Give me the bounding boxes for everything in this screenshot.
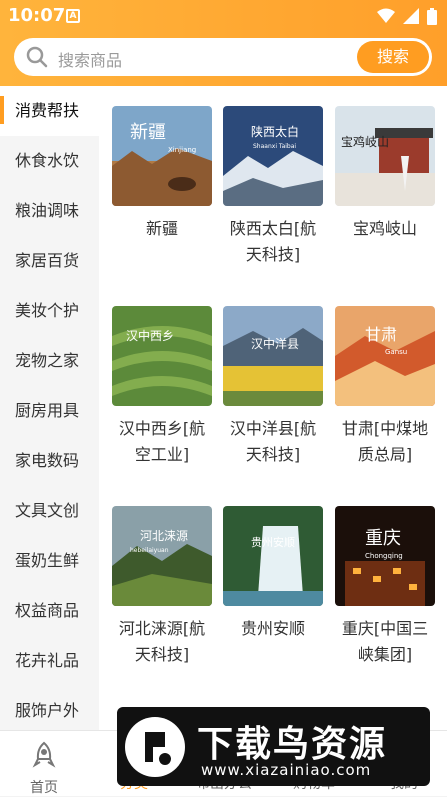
region-card[interactable]: 陕西太白 Shaanxi Taibai 陕西太白[航天科技] xyxy=(223,106,323,268)
region-name: 新疆 xyxy=(145,219,178,238)
search-bar[interactable]: 搜索商品 搜索 xyxy=(14,38,432,76)
badge-text: 重庆 xyxy=(365,528,401,549)
sidebar-item-pets[interactable]: 宠物之家 xyxy=(0,336,99,386)
region-image-qishan: 宝鸡岐山 xyxy=(335,106,435,206)
sidebar-item-household[interactable]: 家居百货 xyxy=(0,236,99,286)
sidebar-item-kitchen[interactable]: 厨房用具 xyxy=(0,386,99,436)
badge-text: 贵州安顺 xyxy=(251,535,295,549)
region-name: 汉中洋县[航天科技] xyxy=(229,419,317,464)
sidebar-item-flowers[interactable]: 花卉礼品 xyxy=(0,636,99,686)
region-image-taibai: 陕西太白 Shaanxi Taibai xyxy=(223,106,323,206)
status-time: 10:07 xyxy=(8,5,66,26)
rocket-icon xyxy=(32,741,56,768)
sidebar-item-rights[interactable]: 权益商品 xyxy=(0,586,99,636)
sidebar-item-stationery[interactable]: 文具文创 xyxy=(0,486,99,536)
region-card[interactable]: 汉中西乡 汉中西乡[航空工业] xyxy=(112,306,212,468)
region-image-yangxian: 汉中洋县 xyxy=(223,306,323,406)
region-name: 贵州安顺 xyxy=(240,619,305,638)
badge-text: 河北涞源 xyxy=(140,529,188,543)
badge-subtext: Xinjiang xyxy=(168,146,196,154)
badge-subtext: Shaanxi Taibai xyxy=(253,143,296,150)
region-card[interactable]: 宝鸡岐山 宝鸡岐山 xyxy=(335,106,435,242)
notification-app-icon: A xyxy=(66,9,80,23)
region-name: 重庆[中国三峡集团] xyxy=(341,619,429,664)
region-image-chongqing: 重庆 Chongqing xyxy=(335,506,435,606)
region-image-xixiang: 汉中西乡 xyxy=(112,306,212,406)
sidebar-item-snacks-drinks[interactable]: 休食水饮 xyxy=(0,136,99,186)
region-card[interactable]: 河北涞源 hebeilaiyuan 河北涞源[航天科技] xyxy=(112,506,212,668)
badge-subtext: hebeilaiyuan xyxy=(130,547,169,554)
sidebar-item-beauty[interactable]: 美妆个护 xyxy=(0,286,99,336)
battery-icon xyxy=(427,7,437,25)
sidebar-item-electronics[interactable]: 家电数码 xyxy=(0,436,99,486)
nav-home-label: 首页 xyxy=(30,780,58,796)
app-header: 10:07 A 搜索商品 搜索 xyxy=(0,0,447,86)
region-image-gansu: 甘肃 Gansu xyxy=(335,306,435,406)
watermark-url: www.xiazainiao.com xyxy=(201,761,372,779)
search-button[interactable]: 搜索 xyxy=(357,41,429,73)
category-sidebar: 消费帮扶 休食水饮 粮油调味 家居百货 美妆个护 宠物之家 厨房用具 家电数码 … xyxy=(0,86,99,730)
region-image-xinjiang: 新疆 Xinjiang xyxy=(112,106,212,206)
region-card[interactable]: 贵州安顺 贵州安顺 xyxy=(223,506,323,642)
region-name: 汉中西乡[航空工业] xyxy=(118,419,206,464)
region-image-laiyuan: 河北涞源 hebeilaiyuan xyxy=(112,506,212,606)
badge-text: 新疆 xyxy=(130,122,166,143)
search-input[interactable]: 搜索商品 xyxy=(58,47,122,71)
badge-text: 陕西太白 xyxy=(251,124,299,139)
region-name: 甘肃[中煤地质总局] xyxy=(341,419,429,464)
sidebar-item-fresh[interactable]: 蛋奶生鲜 xyxy=(0,536,99,586)
region-name: 宝鸡岐山 xyxy=(352,219,417,238)
badge-text: 宝鸡岐山 xyxy=(341,134,389,149)
region-name: 陕西太白[航天科技] xyxy=(229,219,317,264)
region-card[interactable]: 甘肃 Gansu 甘肃[中煤地质总局] xyxy=(335,306,435,468)
nav-home[interactable]: 首页 xyxy=(4,741,84,797)
watermark-title: 下载鸟资源 xyxy=(197,724,388,765)
badge-text: 汉中洋县 xyxy=(251,336,299,351)
search-icon xyxy=(26,46,48,68)
sidebar-item-grain-oil[interactable]: 粮油调味 xyxy=(0,186,99,236)
status-bar: 10:07 A xyxy=(0,0,447,32)
region-card[interactable]: 新疆 Xinjiang 新疆 xyxy=(112,106,212,242)
wifi-icon xyxy=(377,8,395,23)
badge-subtext: Chongqing xyxy=(365,552,403,560)
signal-icon xyxy=(403,8,419,24)
product-grid: 新疆 Xinjiang 新疆 陕西太白 Shaanxi Taibai 陕西太白[… xyxy=(99,86,447,730)
badge-text: 甘肃 xyxy=(365,325,397,344)
region-card[interactable]: 汉中洋县 汉中洋县[航天科技] xyxy=(223,306,323,468)
status-icons xyxy=(377,7,437,25)
region-card[interactable]: 重庆 Chongqing 重庆[中国三峡集团] xyxy=(335,506,435,668)
region-image-anshun: 贵州安顺 xyxy=(223,506,323,606)
sidebar-item-consumption-aid[interactable]: 消费帮扶 xyxy=(0,86,99,136)
sidebar-item-apparel[interactable]: 服饰户外 xyxy=(0,686,99,736)
watermark-logo-icon xyxy=(125,717,185,777)
badge-subtext: Gansu xyxy=(385,348,407,356)
watermark-overlay: 下载鸟资源 www.xiazainiao.com xyxy=(117,707,430,786)
badge-text: 汉中西乡 xyxy=(126,328,174,343)
region-name: 河北涞源[航天科技] xyxy=(118,619,206,664)
